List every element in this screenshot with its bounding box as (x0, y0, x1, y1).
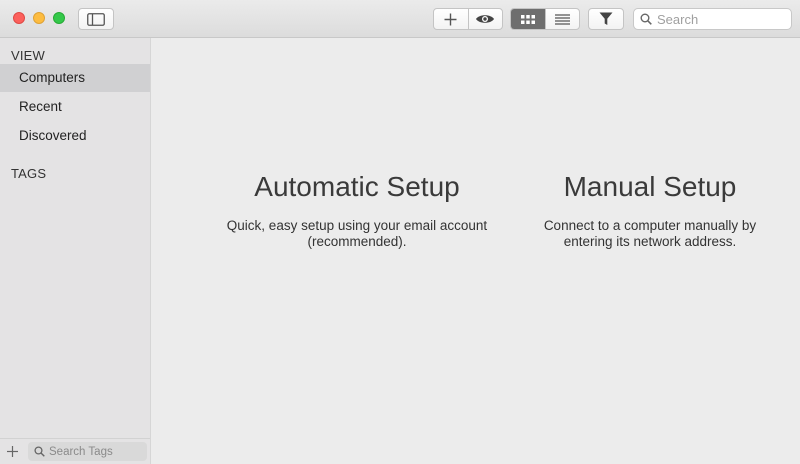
manual-setup-title: Manual Setup (563, 171, 737, 202)
sidebar-toggle-button[interactable] (78, 8, 114, 30)
sidebar-item-computers[interactable]: Computers (0, 64, 150, 92)
sidebar-item-discovered[interactable]: Discovered (0, 122, 150, 150)
close-window-button[interactable] (13, 12, 25, 24)
tags-section-header: TAGS (11, 166, 47, 181)
tag-search-field[interactable] (28, 442, 147, 461)
manual-setup-description: Connect to a computer manually by enteri… (525, 218, 775, 250)
list-icon (554, 13, 570, 25)
grid-view-button[interactable] (511, 9, 545, 29)
plus-icon (444, 13, 457, 25)
sidebar-toggle-icon (87, 12, 105, 26)
magnifier-icon (34, 446, 45, 457)
search-input[interactable] (652, 11, 787, 27)
grid-icon (520, 14, 535, 24)
main-content: Automatic Setup Quick, easy setup using … (151, 38, 800, 464)
automatic-setup-desc-line1: Quick, easy setup using your email accou… (226, 218, 488, 233)
manual-setup-option[interactable]: Manual Setup Connect to a computer manua… (525, 170, 775, 250)
magnifier-icon (640, 13, 652, 25)
app-window: VIEW Computers Recent Discovered TAGS (0, 0, 800, 464)
filter-button[interactable] (588, 8, 624, 30)
search-field[interactable] (633, 8, 792, 30)
add-tag-button[interactable] (4, 443, 20, 459)
automatic-setup-description: Quick, easy setup using your email accou… (217, 218, 497, 250)
plus-icon (6, 445, 18, 457)
automatic-setup-title: Automatic Setup (254, 171, 460, 202)
sidebar-item-recent[interactable]: Recent (0, 93, 150, 121)
filter-icon (599, 12, 613, 25)
view-mode-segment (510, 8, 580, 30)
automatic-setup-desc-line2: (recommended). (307, 234, 407, 249)
tag-search-input[interactable] (45, 445, 139, 458)
manual-setup-desc-line1: Connect to a computer manually by (543, 218, 757, 233)
minimize-window-button[interactable] (33, 12, 45, 24)
eye-icon (476, 15, 495, 23)
view-section-header: VIEW (11, 48, 46, 63)
sidebar-footer (0, 438, 150, 464)
add-view-segment (433, 8, 503, 30)
add-button[interactable] (434, 9, 468, 29)
sidebar: VIEW Computers Recent Discovered TAGS (0, 38, 151, 464)
automatic-setup-option[interactable]: Automatic Setup Quick, easy setup using … (217, 170, 497, 250)
manual-setup-desc-line2: entering its network address. (563, 234, 737, 249)
toolbar (0, 0, 800, 38)
preview-button[interactable] (467, 9, 503, 29)
maximize-window-button[interactable] (53, 12, 65, 24)
list-view-button[interactable] (544, 9, 580, 29)
